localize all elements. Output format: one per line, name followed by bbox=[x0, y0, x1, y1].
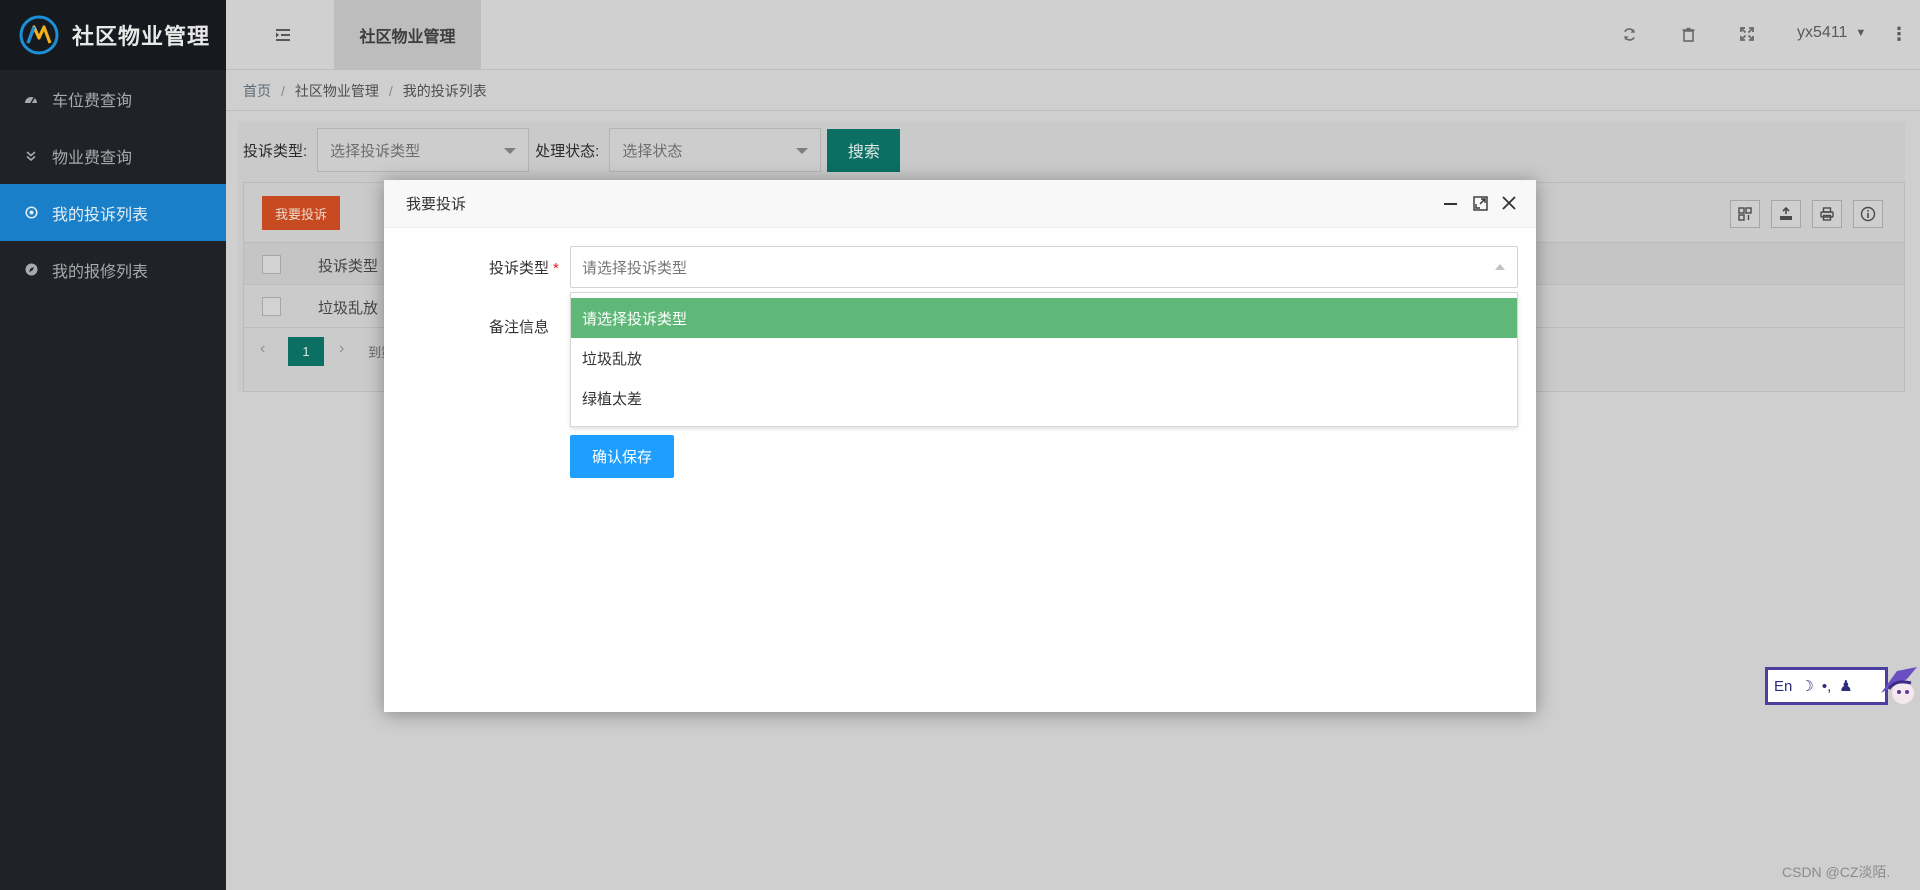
user-menu[interactable]: yx5411 ▼ bbox=[1797, 24, 1866, 42]
print-icon[interactable] bbox=[1812, 200, 1842, 228]
breadcrumb-home[interactable]: 首页 bbox=[243, 81, 271, 101]
trash-icon[interactable] bbox=[1678, 24, 1698, 44]
add-complaint-button[interactable]: 我要投诉 bbox=[262, 196, 340, 230]
target-icon bbox=[22, 206, 40, 219]
user-icon: ♟ bbox=[1839, 678, 1853, 695]
sidebar-item-my-complaints[interactable]: 我的投诉列表 bbox=[0, 184, 226, 241]
caret-up-icon bbox=[1495, 264, 1505, 270]
search-button[interactable]: 搜索 bbox=[827, 128, 901, 172]
chevron-double-down-icon bbox=[22, 150, 40, 161]
complaint-modal: 我要投诉 投诉类型 * 请选择投诉类型 备注信息 请选择投诉类型 垃圾乱放 绿植太… bbox=[384, 180, 1536, 712]
sidebar-item-parking-fee[interactable]: 车位费查询 bbox=[0, 70, 226, 127]
username: yx5411 bbox=[1797, 24, 1848, 41]
breadcrumb-level1[interactable]: 社区物业管理 bbox=[295, 81, 379, 101]
top-header: 社区物业管理 yx5411 ▼ ⋮ bbox=[226, 0, 1920, 70]
ime-language: En bbox=[1774, 677, 1793, 695]
complaint-type-dropdown: 请选择投诉类型 垃圾乱放 绿植太差 bbox=[570, 292, 1518, 427]
sidebar-item-property-fee[interactable]: 物业费查询 bbox=[0, 127, 226, 184]
moon-icon: ☽ bbox=[1800, 678, 1814, 695]
sidebar-item-my-repairs[interactable]: 我的报修列表 bbox=[0, 241, 226, 298]
type-filter-select[interactable]: 选择投诉类型 bbox=[317, 128, 530, 172]
status-filter-placeholder: 选择状态 bbox=[622, 142, 683, 160]
sidebar-item-label: 车位费查询 bbox=[52, 92, 133, 110]
dropdown-option[interactable]: 绿植太差 bbox=[571, 378, 1517, 418]
remark-label: 备注信息 bbox=[489, 319, 550, 336]
sidebar-item-label: 我的投诉列表 bbox=[52, 206, 149, 224]
page-1-button[interactable]: 1 bbox=[288, 337, 324, 366]
info-icon[interactable] bbox=[1853, 200, 1883, 228]
compass-icon bbox=[22, 263, 40, 276]
sidebar-item-label: 物业费查询 bbox=[52, 149, 133, 167]
tab-property-management[interactable]: 社区物业管理 bbox=[334, 0, 481, 70]
logo-text: 社区物业管理 bbox=[72, 24, 211, 49]
confirm-save-button[interactable]: 确认保存 bbox=[570, 435, 674, 478]
status-filter-select[interactable]: 选择状态 bbox=[609, 128, 822, 172]
complaint-type-label: 投诉类型 * bbox=[489, 257, 559, 278]
chevron-left-icon[interactable]: ‹ bbox=[260, 340, 265, 358]
status-filter-label: 处理状态: bbox=[535, 142, 600, 160]
caret-down-icon: ▼ bbox=[1855, 27, 1867, 39]
row-checkbox[interactable] bbox=[262, 297, 281, 316]
select-all-checkbox[interactable] bbox=[262, 255, 281, 274]
filter-bar: 投诉类型: 选择投诉类型 处理状态: 选择状态 搜索 bbox=[243, 127, 901, 173]
breadcrumb: 首页 / 社区物业管理 / 我的投诉列表 bbox=[226, 71, 1920, 111]
breadcrumb-separator: / bbox=[281, 82, 285, 99]
modal-title: 我要投诉 bbox=[406, 196, 467, 213]
more-vertical-icon[interactable]: ⋮ bbox=[1890, 24, 1908, 45]
column-header-type: 投诉类型 bbox=[318, 258, 379, 275]
sidebar: 社区物业管理 车位费查询 物业费查询 我的投诉列表 我的报修列表 bbox=[0, 0, 226, 890]
logo-icon bbox=[19, 15, 59, 55]
refresh-icon[interactable] bbox=[1619, 24, 1639, 44]
modal-header: 我要投诉 bbox=[384, 180, 1536, 228]
fullscreen-icon[interactable] bbox=[1737, 24, 1757, 44]
breadcrumb-current: 我的投诉列表 bbox=[402, 82, 487, 99]
caret-down-icon bbox=[796, 148, 809, 154]
type-filter-placeholder: 选择投诉类型 bbox=[330, 142, 421, 160]
sidebar-item-label: 我的报修列表 bbox=[52, 263, 149, 281]
mascot-icon bbox=[1881, 667, 1917, 704]
punctuation-icon: •, bbox=[1821, 677, 1832, 695]
caret-down-icon bbox=[504, 148, 517, 154]
type-filter-label: 投诉类型: bbox=[243, 142, 308, 160]
required-mark: * bbox=[553, 260, 559, 277]
logo[interactable]: 社区物业管理 bbox=[0, 0, 226, 70]
complaint-type-select[interactable]: 请选择投诉类型 bbox=[570, 246, 1518, 288]
complaint-type-placeholder: 请选择投诉类型 bbox=[582, 259, 688, 277]
export-icon[interactable] bbox=[1771, 200, 1801, 228]
dropdown-option[interactable]: 垃圾乱放 bbox=[571, 338, 1517, 378]
columns-icon[interactable] bbox=[1730, 200, 1760, 228]
maximize-icon[interactable] bbox=[1469, 192, 1491, 214]
ime-toolbar[interactable]: En ☽ •, ♟ bbox=[1765, 665, 1920, 707]
close-icon[interactable] bbox=[1498, 192, 1520, 214]
menu-toggle-icon[interactable] bbox=[274, 26, 292, 44]
dashboard-icon bbox=[22, 93, 40, 105]
complaint-type-label-text: 投诉类型 bbox=[489, 260, 550, 277]
minimize-icon[interactable] bbox=[1439, 192, 1461, 214]
ime-box[interactable]: En ☽ •, ♟ bbox=[1765, 667, 1888, 705]
cell-complaint-type: 垃圾乱放 bbox=[318, 300, 379, 317]
watermark: CSDN @CZ淡陌. bbox=[1782, 864, 1891, 880]
dropdown-option[interactable]: 请选择投诉类型 bbox=[571, 298, 1517, 338]
chevron-right-icon[interactable]: › bbox=[339, 340, 344, 358]
breadcrumb-separator: / bbox=[388, 82, 393, 99]
